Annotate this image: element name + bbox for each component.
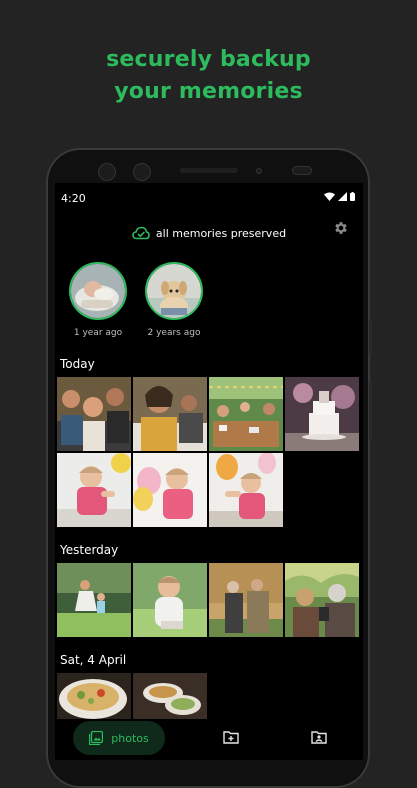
headline-line-2: your memories <box>114 79 303 104</box>
photo-thumbnail[interactable] <box>209 377 283 451</box>
photo-grid-yesterday <box>57 563 359 637</box>
photo-thumbnail[interactable] <box>133 563 207 637</box>
memory-thumbnail-puppy[interactable] <box>145 262 203 320</box>
battery-icon <box>350 192 355 201</box>
nav-photos-label: photos <box>111 731 149 745</box>
front-sensor-icon <box>133 163 151 181</box>
status-bar: 4:20 <box>55 183 363 211</box>
section-title-sat-4-april: Sat, 4 April <box>60 653 127 667</box>
photo-grid-today <box>57 377 359 527</box>
photo-thumbnail[interactable] <box>285 563 359 637</box>
photo-thumbnail[interactable] <box>133 377 207 451</box>
nav-photos-tab[interactable]: photos <box>73 721 165 755</box>
promo-headline: securely backup your memories <box>0 44 417 108</box>
photo-thumbnail[interactable] <box>209 453 283 527</box>
front-camera-icon <box>98 163 116 181</box>
app-screen: 4:20 all memories preserved 1 year ago 2… <box>55 183 363 760</box>
memory-label: 2 years ago <box>147 328 201 338</box>
ambient-sensor-icon <box>292 166 312 175</box>
memory-label: 1 year ago <box>73 328 123 338</box>
add-folder-icon[interactable] <box>223 730 239 744</box>
phone-side-button <box>369 320 372 356</box>
memory-item[interactable]: 1 year ago <box>69 262 127 338</box>
memory-thumbnail-baby[interactable] <box>69 262 127 320</box>
status-time: 4:20 <box>61 192 86 205</box>
bottom-navigation: photos <box>55 719 363 760</box>
shared-folder-icon[interactable] <box>311 730 327 744</box>
proximity-sensor-icon <box>256 168 262 174</box>
phone-volume-button <box>369 380 372 440</box>
photo-thumbnail[interactable] <box>285 377 359 451</box>
photo-thumbnail[interactable] <box>57 563 131 637</box>
memory-item[interactable]: 2 years ago <box>145 262 203 338</box>
backup-status-text: all memories preserved <box>155 226 287 240</box>
signal-icon <box>338 192 347 201</box>
photo-thumbnail[interactable] <box>209 563 283 637</box>
photo-thumbnail[interactable] <box>133 453 207 527</box>
earpiece-speaker <box>180 168 238 173</box>
headline-line-1: securely backup <box>106 47 311 72</box>
photo-thumbnail[interactable] <box>57 453 131 527</box>
section-title-today: Today <box>60 357 95 371</box>
wifi-icon <box>324 192 335 201</box>
section-title-yesterday: Yesterday <box>60 543 119 557</box>
cloud-check-icon <box>132 226 150 240</box>
photo-thumbnail[interactable] <box>57 377 131 451</box>
gear-icon[interactable] <box>333 220 349 236</box>
memories-row: 1 year ago 2 years ago <box>69 262 203 338</box>
photos-icon <box>89 731 104 745</box>
backup-status-banner[interactable]: all memories preserved <box>55 223 363 243</box>
